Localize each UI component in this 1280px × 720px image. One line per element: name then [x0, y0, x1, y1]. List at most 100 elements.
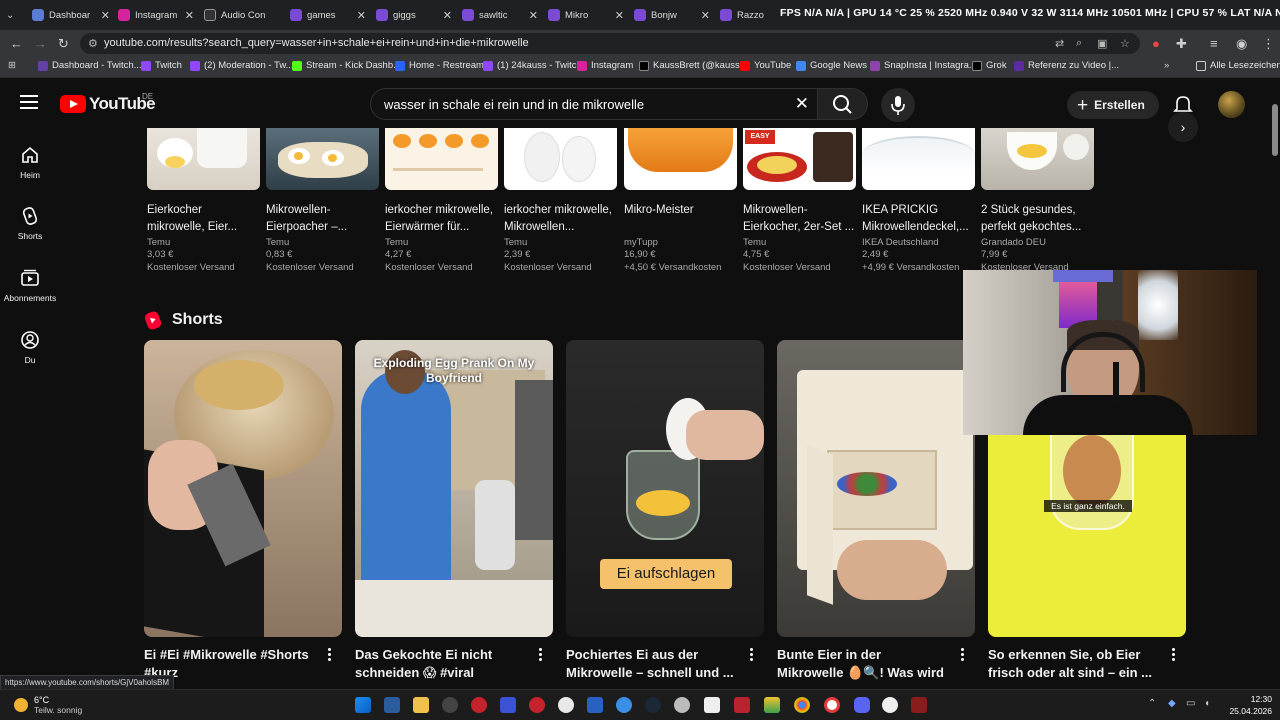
- product-image[interactable]: [981, 128, 1094, 190]
- browser-tab[interactable]: Mikro ✕: [544, 4, 626, 26]
- more-options-icon[interactable]: [961, 648, 965, 663]
- tab-close-icon[interactable]: ✕: [529, 9, 538, 22]
- app-icon[interactable]: [882, 697, 898, 713]
- file-explorer-icon[interactable]: [413, 697, 429, 713]
- product-card[interactable]: IKEA PRICKIG Mikrowellendeckel,... IKEA …: [862, 128, 975, 274]
- browser-tab[interactable]: sawltic ✕: [458, 4, 540, 26]
- short-card[interactable]: Ei aufschlagen Pochiertes Ei aus der Mik…: [566, 340, 764, 682]
- short-card[interactable]: Exploding Egg Prank On My Boyfriend Das …: [355, 340, 553, 682]
- app-icon[interactable]: [734, 697, 750, 713]
- system-clock[interactable]: 12:30 25.04.2026: [1220, 693, 1272, 717]
- short-thumbnail[interactable]: [144, 340, 342, 637]
- install-icon[interactable]: ▣: [1097, 37, 1107, 50]
- network-icon[interactable]: ▭: [1186, 698, 1195, 709]
- tab-close-icon[interactable]: ✕: [443, 9, 452, 22]
- menu-kebab-icon[interactable]: ⋮: [1262, 36, 1275, 52]
- bookmark-item[interactable]: KaussBrett (@kauss...: [639, 60, 748, 71]
- forward-icon[interactable]: →: [34, 36, 47, 51]
- bookmark-star-icon[interactable]: ☆: [1120, 37, 1130, 50]
- bookmark-item[interactable]: Instagram: [577, 60, 633, 71]
- product-image[interactable]: EASY: [743, 128, 856, 190]
- tab-list-button[interactable]: ⌄: [2, 4, 24, 26]
- product-card[interactable]: 2 Stück gesundes, perfekt gekochtes... G…: [981, 128, 1094, 274]
- create-button[interactable]: + Erstellen: [1067, 91, 1159, 119]
- bookmark-item[interactable]: Google News: [796, 60, 867, 71]
- address-bar[interactable]: ⚙ youtube.com/results?search_query=wasse…: [80, 33, 1140, 54]
- nav-shorts[interactable]: Shorts: [0, 206, 60, 241]
- product-image[interactable]: [147, 128, 260, 190]
- search-button[interactable]: [818, 88, 868, 120]
- product-image[interactable]: [266, 128, 379, 190]
- bookmark-item[interactable]: (2) Moderation - Tw...: [190, 60, 294, 71]
- tray-chevron-icon[interactable]: ⌃: [1148, 698, 1156, 709]
- product-image[interactable]: [862, 128, 975, 190]
- browser-tab[interactable]: Instagram ✕: [114, 4, 196, 26]
- product-card[interactable]: ierkocher mikrowelle, Mikrowellen... Tem…: [504, 128, 617, 274]
- bookmark-item[interactable]: Grok: [972, 60, 1007, 71]
- url-text[interactable]: youtube.com/results?search_query=wasser+…: [104, 37, 529, 49]
- short-thumbnail[interactable]: Ei aufschlagen: [566, 340, 764, 637]
- bookmarks-overflow-icon[interactable]: »: [1164, 60, 1169, 71]
- more-options-icon[interactable]: [328, 648, 332, 663]
- product-image[interactable]: [385, 128, 498, 190]
- app-icon[interactable]: [471, 697, 487, 713]
- more-options-icon[interactable]: [750, 648, 754, 663]
- more-options-icon[interactable]: [1172, 648, 1176, 663]
- bookmark-item[interactable]: Stream - Kick Dashb...: [292, 60, 401, 71]
- product-card[interactable]: Mikro-Meister myTupp 16,90 € +4,50 € Ver…: [624, 128, 737, 274]
- back-icon[interactable]: ←: [10, 36, 23, 51]
- weather-widget[interactable]: 6°C Teilw. sonnig: [14, 695, 82, 716]
- mouse-app-icon[interactable]: [442, 697, 458, 713]
- v-app-icon[interactable]: [500, 697, 516, 713]
- opera-icon[interactable]: [824, 697, 840, 713]
- calculator-icon[interactable]: [384, 697, 400, 713]
- browser-tab[interactable]: giggs ✕: [372, 4, 454, 26]
- app-icon[interactable]: [587, 697, 603, 713]
- bookmark-item[interactable]: (1) 24kauss - Twitch: [483, 60, 582, 71]
- site-info-icon[interactable]: ⚙: [88, 37, 98, 50]
- all-bookmarks-button[interactable]: Alle Lesezeichen: [1196, 60, 1280, 71]
- nav-subscriptions[interactable]: Abonnements: [0, 268, 60, 303]
- reload-icon[interactable]: ↻: [58, 36, 69, 52]
- app-icon[interactable]: [704, 697, 720, 713]
- bookmark-item[interactable]: Referenz zu Video |...: [1014, 60, 1119, 71]
- browser-tab[interactable]: Dashboar ✕: [28, 4, 112, 26]
- carousel-next-button[interactable]: ›: [1168, 112, 1198, 142]
- tab-close-icon[interactable]: ✕: [615, 9, 624, 22]
- short-card[interactable]: Ei #Ei #Mikrowelle #Shorts #kurz: [144, 340, 342, 682]
- bookmark-item[interactable]: Twitch: [141, 60, 182, 71]
- page-scrollbar[interactable]: [1272, 104, 1278, 156]
- bookmark-item[interactable]: SnapInsta | Instagra...: [870, 60, 977, 71]
- extensions-puzzle-icon[interactable]: ✚: [1176, 36, 1187, 52]
- profile-icon[interactable]: ◉: [1236, 36, 1247, 52]
- short-card[interactable]: Bunte Eier in der Mikrowelle 🥚🔍! Was wir…: [777, 340, 975, 682]
- zoom-icon[interactable]: ⌕: [1076, 37, 1082, 50]
- record-app-icon[interactable]: [529, 697, 545, 713]
- short-thumbnail[interactable]: [777, 340, 975, 637]
- browser-tab[interactable]: Audio Con: [200, 4, 282, 26]
- browser-tab[interactable]: games ✕: [286, 4, 368, 26]
- windows-start-icon[interactable]: [355, 697, 371, 713]
- chrome-icon[interactable]: [794, 697, 810, 713]
- app-icon[interactable]: [911, 697, 927, 713]
- menu-hamburger-icon[interactable]: [20, 95, 38, 109]
- translate-icon[interactable]: ⇄: [1055, 37, 1064, 50]
- voice-search-button[interactable]: [881, 88, 915, 122]
- apps-grid-icon[interactable]: ⊞: [8, 60, 16, 71]
- short-thumbnail[interactable]: Exploding Egg Prank On My Boyfriend: [355, 340, 553, 637]
- discord-icon[interactable]: [854, 697, 870, 713]
- volume-icon[interactable]: ◖: [1204, 698, 1210, 709]
- youtube-logo[interactable]: YouTube: [60, 94, 156, 114]
- steam-icon[interactable]: [645, 697, 661, 713]
- product-card[interactable]: Eierkocher mikrowelle, Eier... Temu 3,03…: [147, 128, 260, 274]
- browser-tab[interactable]: Razzo: [716, 4, 776, 26]
- product-card[interactable]: ierkocher mikrowelle, Eierwärmer für... …: [385, 128, 498, 274]
- bookmark-item[interactable]: YouTube: [740, 60, 791, 71]
- obs-icon[interactable]: [558, 697, 574, 713]
- search-input[interactable]: wasser in schale ei rein und in die mikr…: [370, 88, 818, 120]
- clear-search-icon[interactable]: ✕: [795, 94, 809, 114]
- bookmark-item[interactable]: Dashboard - Twitch...: [38, 60, 142, 71]
- tab-close-icon[interactable]: ✕: [185, 9, 194, 22]
- search-query-text[interactable]: wasser in schale ei rein und in die mikr…: [384, 97, 644, 112]
- product-image[interactable]: [624, 128, 737, 190]
